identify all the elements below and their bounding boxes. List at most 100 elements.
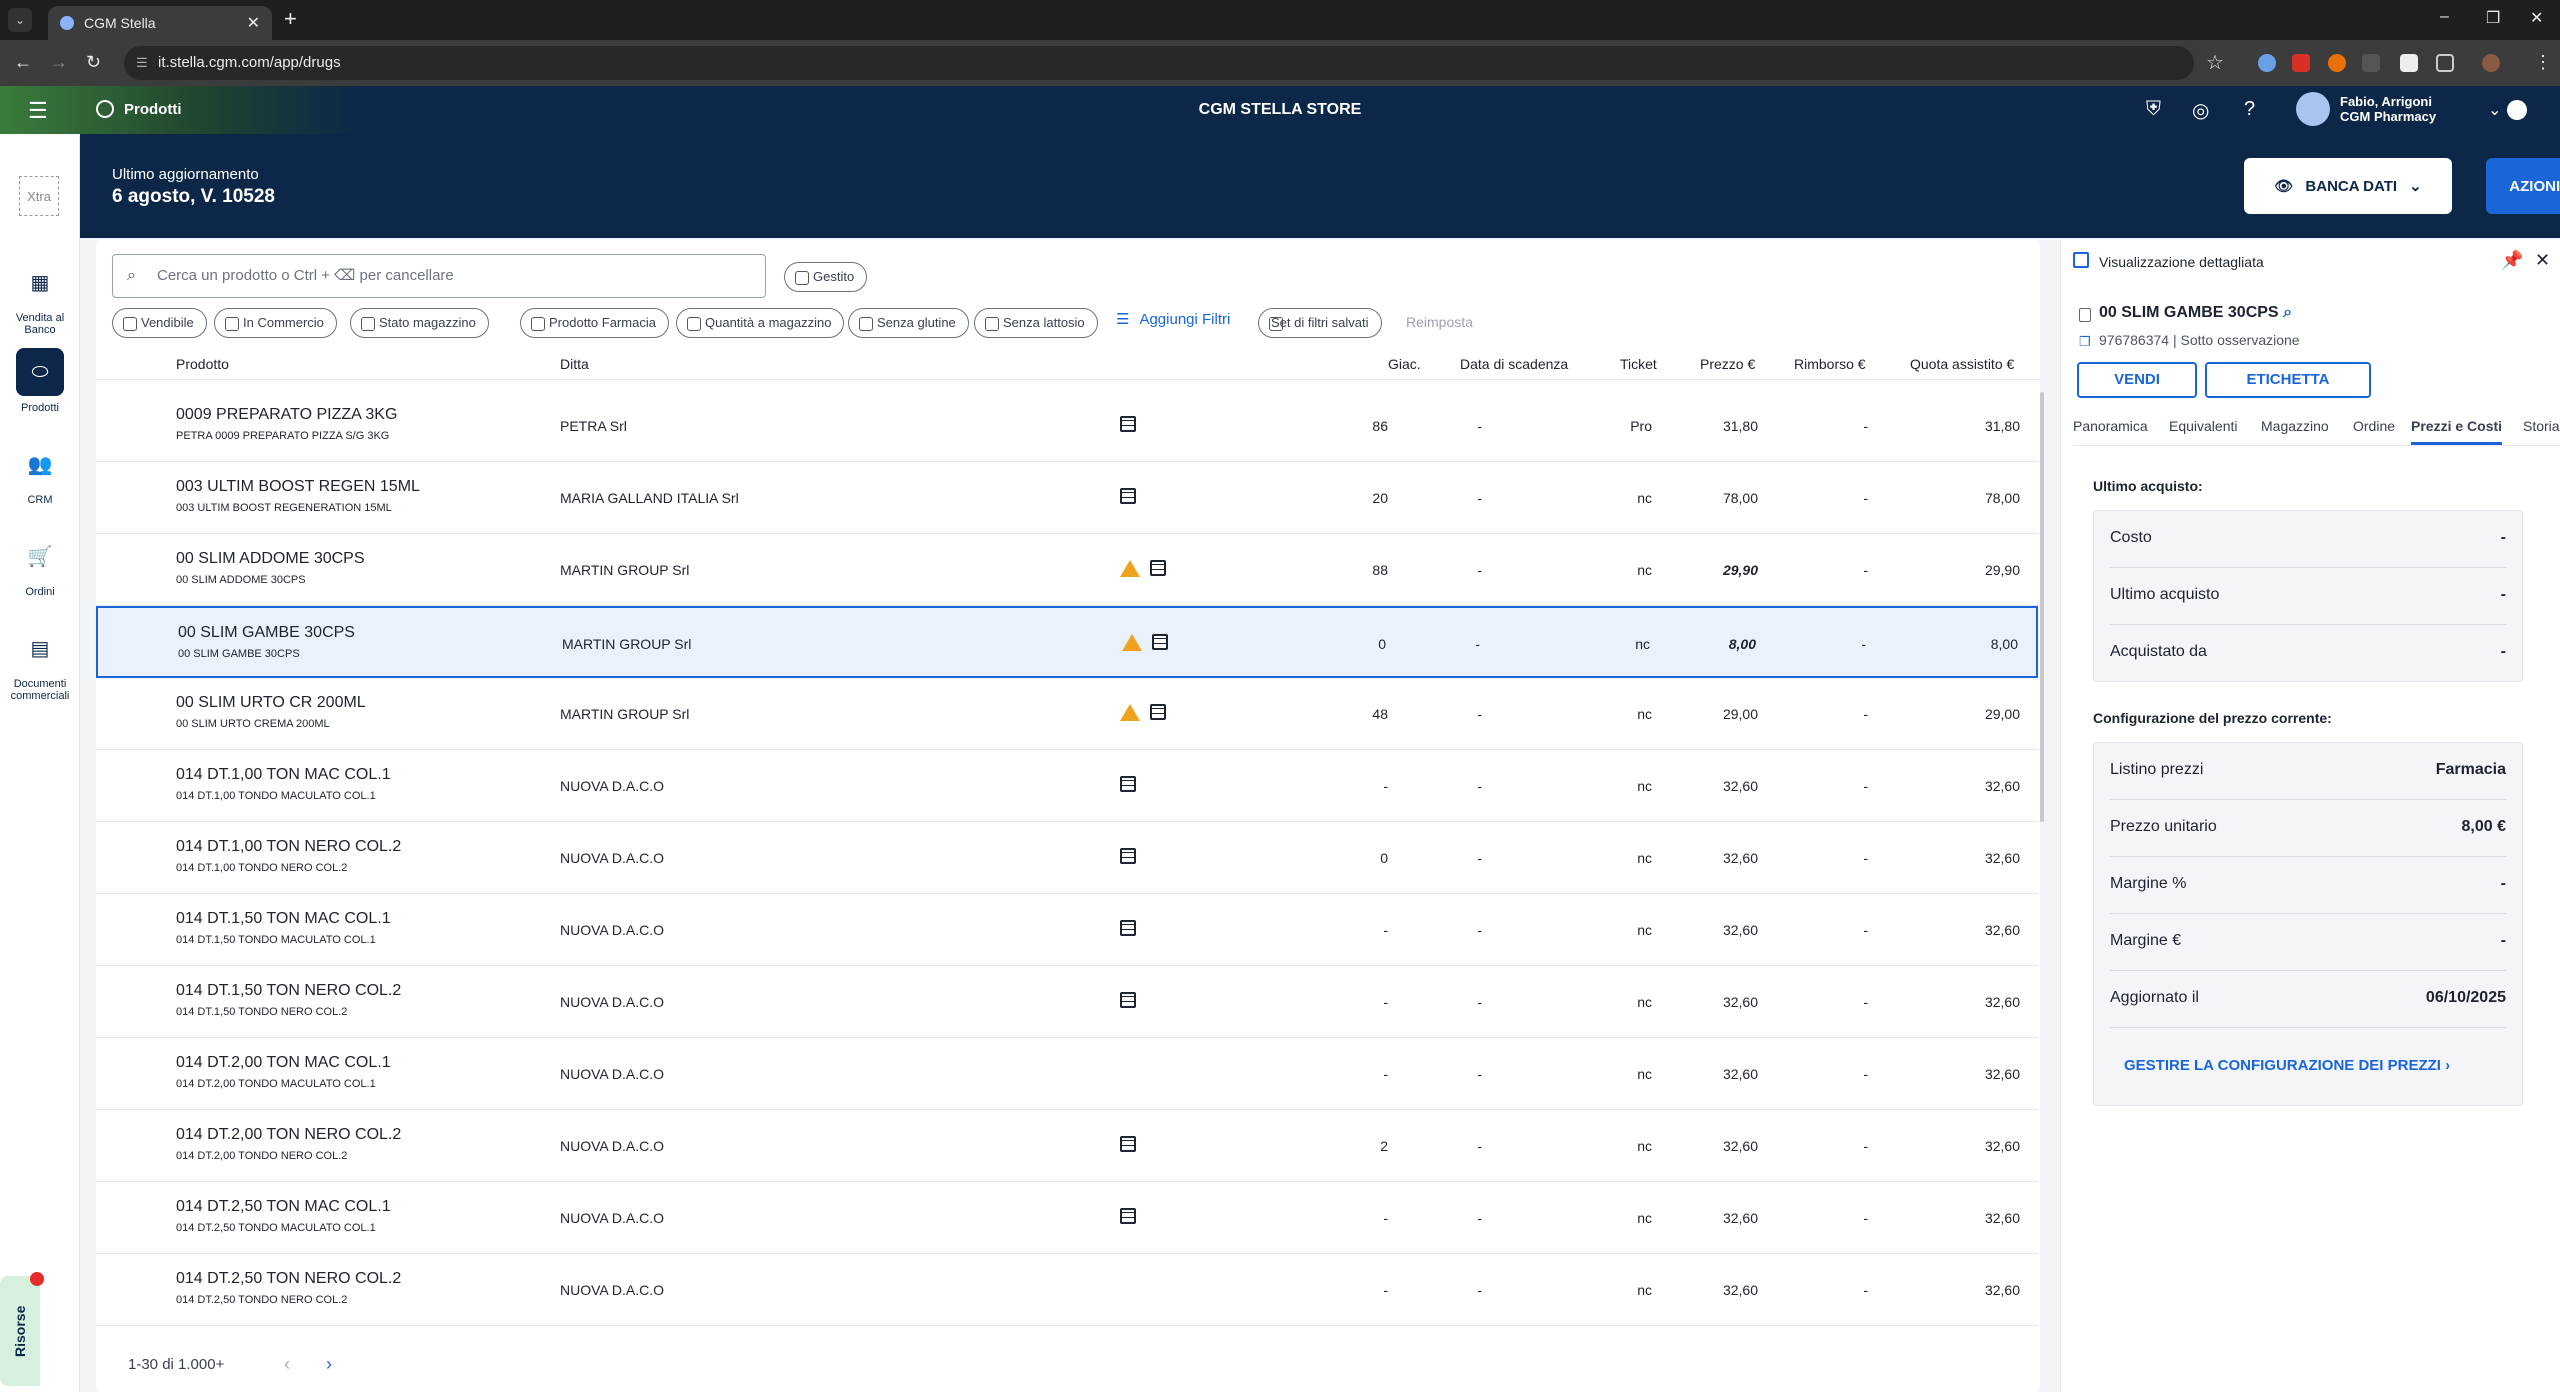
site-info-icon[interactable]: ☰ — [136, 46, 148, 80]
table-row[interactable]: 00 SLIM ADDOME 30CPS 00 SLIM ADDOME 30CPS… — [96, 534, 2038, 606]
search-input[interactable]: ⌕ Cerca un prodotto o Ctrl + ⌫ per cancel… — [112, 254, 766, 298]
sidebar-item-ordini[interactable]: 🛒 Ordini — [0, 532, 80, 599]
broadcast-icon[interactable]: ◎ — [2192, 98, 2209, 123]
tab-prezzi-costi[interactable]: Prezzi e Costi — [2411, 418, 2503, 445]
datasheet-icon[interactable] — [1120, 1208, 1136, 1224]
extension-icon[interactable] — [2328, 54, 2346, 72]
collapse-panel-icon[interactable] — [2073, 252, 2089, 268]
etichetta-button[interactable]: ETICHETTA — [2205, 362, 2371, 398]
tab-equivalenti[interactable]: Equivalenti — [2169, 418, 2238, 434]
adblock-icon[interactable] — [2292, 54, 2310, 72]
col-quota[interactable]: Quota assistito € — [1910, 356, 2014, 372]
table-row[interactable]: 00 SLIM URTO CR 200ML 00 SLIM URTO CREMA … — [96, 678, 2038, 750]
table-row[interactable]: 014 DT.1,50 TON MAC COL.1 014 DT.1,50 TON… — [96, 894, 2038, 966]
sidebar-item-prodotti[interactable]: ⬭ Prodotti — [0, 348, 80, 414]
reset-button[interactable]: Reimposta — [1406, 314, 1473, 330]
copy-icon[interactable]: ❐ — [2079, 334, 2091, 350]
table-row[interactable]: 014 DT.2,00 TON MAC COL.1 014 DT.2,00 TON… — [96, 1038, 2038, 1110]
saved-filters-select[interactable]: Set di filtri salvati — [1258, 308, 1382, 338]
table-row[interactable]: 014 DT.1,00 TON MAC COL.1 014 DT.1,00 TON… — [96, 750, 2038, 822]
profile-avatar[interactable] — [2482, 54, 2500, 72]
tab-storia[interactable]: Storia — [2523, 418, 2560, 434]
col-ticket[interactable]: Ticket — [1620, 356, 1657, 372]
filter-chip[interactable]: Senza glutine — [848, 308, 969, 338]
warning-icon[interactable] — [1122, 634, 1142, 651]
azioni-button[interactable]: AZIONI⌄ — [2486, 158, 2560, 214]
datasheet-icon[interactable] — [1120, 416, 1136, 432]
table-row[interactable]: 014 DT.1,00 TON NERO COL.2 014 DT.1,00 TO… — [96, 822, 2038, 894]
datasheet-icon[interactable] — [1120, 920, 1136, 936]
filter-chip[interactable]: Vendibile — [112, 308, 207, 338]
chevron-down-icon[interactable]: ⌄ — [2488, 100, 2501, 120]
close-panel-icon[interactable]: ✕ — [2535, 250, 2550, 271]
search-icon[interactable]: ⌕ — [2283, 304, 2292, 321]
table-row[interactable]: 014 DT.2,50 TON NERO COL.2 014 DT.2,50 TO… — [96, 1254, 2038, 1326]
maximize-icon[interactable]: ❐ — [2486, 8, 2500, 28]
forward-icon[interactable]: → — [50, 52, 68, 73]
close-window-icon[interactable]: ✕ — [2530, 8, 2543, 28]
theme-toggle[interactable]: ⌄ — [2488, 100, 2532, 120]
filter-chip[interactable]: Quantità a magazzino — [676, 308, 845, 338]
datasheet-icon[interactable] — [1152, 634, 1168, 650]
table-row[interactable]: 0009 PREPARATO PIZZA 3KG PETRA 0009 PREPA… — [96, 390, 2038, 462]
vendi-button[interactable]: VENDI — [2077, 362, 2197, 398]
address-bar[interactable]: ☰ it.stella.cgm.com/app/drugs — [124, 46, 2194, 80]
tab-ordine[interactable]: Ordine — [2353, 418, 2395, 434]
close-tab-icon[interactable]: ✕ — [247, 13, 260, 33]
warning-icon[interactable] — [1120, 704, 1140, 721]
sidebar-item-vendita[interactable]: ▦ Vendita al Banco — [0, 258, 80, 337]
datasheet-icon[interactable] — [1120, 992, 1136, 1008]
extension-icon[interactable] — [2400, 54, 2418, 72]
table-row[interactable]: 014 DT.2,00 TON NERO COL.2 014 DT.2,00 TO… — [96, 1110, 2038, 1182]
filter-chip[interactable]: In Commercio — [214, 308, 337, 338]
manage-prices-link[interactable]: GESTIRE LA CONFIGURAZIONE DEI PREZZI › — [2124, 1057, 2450, 1074]
browser-menu-icon[interactable]: ⋮ — [2534, 52, 2552, 73]
col-prodotto[interactable]: Prodotto — [176, 356, 229, 372]
reload-icon[interactable]: ↻ — [86, 52, 101, 73]
xtra-logo[interactable]: Xtra — [19, 176, 59, 216]
datasheet-icon[interactable] — [1150, 704, 1166, 720]
filter-chip[interactable]: Stato magazzino — [350, 308, 489, 338]
col-giac[interactable]: Giac. — [1388, 356, 1421, 372]
gestito-chip[interactable]: Gestito — [784, 262, 868, 292]
extension-icon[interactable] — [2258, 54, 2276, 72]
user-menu[interactable]: Fabio, Arrigoni CGM Pharmacy — [2296, 92, 2436, 126]
col-ditta[interactable]: Ditta — [560, 356, 589, 372]
shield-icon[interactable]: ⛨ — [2146, 98, 2161, 121]
tab-magazzino[interactable]: Magazzino — [2261, 418, 2329, 434]
tab-search-button[interactable]: ⌄ — [8, 8, 32, 32]
table-row[interactable]: 014 DT.2,50 TON MAC COL.1 014 DT.2,50 TON… — [96, 1182, 2038, 1254]
minimize-icon[interactable]: – — [2440, 8, 2449, 26]
datasheet-icon[interactable] — [1120, 488, 1136, 504]
table-row[interactable]: 00 SLIM GAMBE 30CPS 00 SLIM GAMBE 30CPS MA… — [96, 606, 2038, 678]
risorse-tab[interactable]: Risorse — [0, 1276, 40, 1386]
extension-icon[interactable] — [2362, 54, 2380, 72]
browser-tab[interactable]: CGM Stella ✕ — [48, 6, 272, 40]
new-tab-button[interactable]: + — [284, 6, 297, 32]
next-page-icon[interactable]: › — [326, 1354, 332, 1375]
datasheet-icon[interactable] — [1120, 848, 1136, 864]
table-scrollbar[interactable] — [2040, 392, 2044, 822]
filter-chip[interactable]: Prodotto Farmacia — [520, 308, 669, 338]
pin-icon[interactable]: 📌 — [2501, 250, 2523, 271]
help-icon[interactable]: ? — [2244, 98, 2255, 121]
datasheet-icon[interactable] — [1120, 1136, 1136, 1152]
bookmark-star-icon[interactable]: ☆ — [2206, 50, 2224, 75]
col-scadenza[interactable]: Data di scadenza — [1460, 356, 1568, 372]
prev-page-icon[interactable]: ‹ — [284, 1354, 290, 1375]
table-row[interactable]: 014 DT.1,50 TON NERO COL.2 014 DT.1,50 TO… — [96, 966, 2038, 1038]
sidebar-item-documenti[interactable]: ▤ Documenti commerciali — [0, 624, 80, 703]
datasheet-icon[interactable] — [1150, 560, 1166, 576]
sidebar-item-crm[interactable]: 👥 CRM — [0, 440, 80, 507]
filter-chip[interactable]: Senza lattosio — [974, 308, 1098, 338]
back-icon[interactable]: ← — [14, 52, 32, 73]
warning-icon[interactable] — [1120, 560, 1140, 577]
tab-panoramica[interactable]: Panoramica — [2073, 418, 2148, 434]
col-prezzo[interactable]: Prezzo € — [1700, 356, 1755, 372]
add-filters-button[interactable]: ☰ Aggiungi Filtri — [1116, 310, 1230, 329]
datasheet-icon[interactable] — [1120, 776, 1136, 792]
extensions-puzzle-icon[interactable] — [2436, 54, 2454, 72]
table-row[interactable]: 003 ULTIM BOOST REGEN 15ML 003 ULTIM BOOS… — [96, 462, 2038, 534]
banca-dati-button[interactable]: 👁 BANCA DATI ⌄ — [2244, 158, 2452, 214]
col-rimborso[interactable]: Rimborso € — [1794, 356, 1866, 372]
